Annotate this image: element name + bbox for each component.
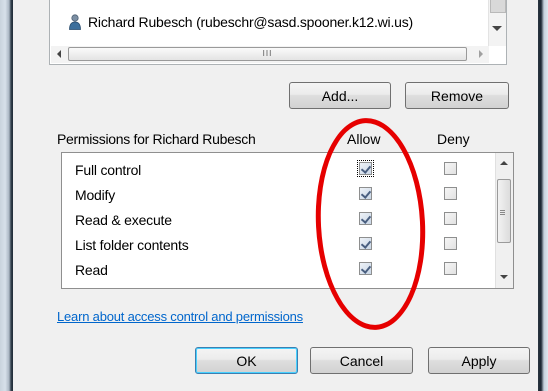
permission-row-read-execute: Read & execute — [62, 209, 496, 234]
permission-row-list-folder-contents: List folder contents — [62, 234, 496, 259]
permission-label: Modify — [75, 187, 116, 203]
deny-checkbox[interactable] — [444, 212, 457, 225]
permissions-vertical-scrollbar[interactable] — [495, 153, 513, 288]
scroll-thumb[interactable] — [490, 0, 506, 13]
red-highlight-circle — [310, 115, 431, 333]
deny-column-header: Deny — [437, 131, 470, 147]
user-icon — [69, 14, 81, 30]
deny-checkbox[interactable] — [444, 187, 457, 200]
scroll-left-arrow-icon[interactable] — [57, 50, 61, 58]
apply-button[interactable]: Apply — [428, 347, 530, 374]
scroll-up-arrow-icon[interactable] — [500, 161, 508, 165]
scroll-thumb[interactable] — [497, 179, 511, 243]
deny-checkbox[interactable] — [444, 237, 457, 250]
window-frame-left — [0, 0, 13, 391]
user-list-horizontal-scrollbar[interactable]: III — [51, 46, 489, 63]
scroll-down-arrow-icon[interactable] — [500, 275, 508, 279]
permission-row-read: Read — [62, 259, 496, 284]
permissions-list: Full control Modify Read & execute List … — [61, 152, 514, 289]
permission-label: List folder contents — [75, 237, 189, 253]
permission-label: Read — [75, 262, 108, 278]
deny-checkbox[interactable] — [444, 262, 457, 275]
scroll-grip-icon: III — [262, 49, 273, 58]
user-name: Richard Rubesch (rubeschr@sasd.spooner.k… — [88, 14, 414, 30]
user-list-item[interactable]: Richard Rubesch (rubeschr@sasd.spooner.k… — [68, 12, 413, 32]
permission-row-full-control: Full control — [62, 159, 496, 184]
scroll-grip-icon — [500, 210, 505, 211]
user-list[interactable]: Richard Rubesch (rubeschr@sasd.spooner.k… — [49, 0, 507, 65]
window-frame-right — [538, 0, 548, 391]
scroll-down-arrow-icon[interactable] — [492, 26, 502, 31]
permission-row-modify: Modify — [62, 184, 496, 209]
permission-label: Full control — [75, 162, 142, 178]
permissions-title: Permissions for Richard Rubesch — [57, 131, 256, 147]
cancel-button[interactable]: Cancel — [310, 347, 413, 374]
horizontal-scroll-thumb[interactable]: III — [68, 47, 467, 61]
deny-checkbox[interactable] — [444, 162, 457, 175]
add-button[interactable]: Add... — [289, 82, 391, 109]
access-control-help-link[interactable]: Learn about access control and permissio… — [57, 309, 303, 324]
scroll-right-arrow-icon[interactable] — [479, 50, 483, 58]
permissions-dialog: Richard Rubesch (rubeschr@sasd.spooner.k… — [13, 0, 538, 391]
remove-button[interactable]: Remove — [405, 82, 509, 109]
user-list-vertical-scrollbar[interactable] — [488, 0, 506, 46]
ok-button[interactable]: OK — [195, 347, 298, 374]
permission-label: Read & execute — [75, 212, 172, 228]
